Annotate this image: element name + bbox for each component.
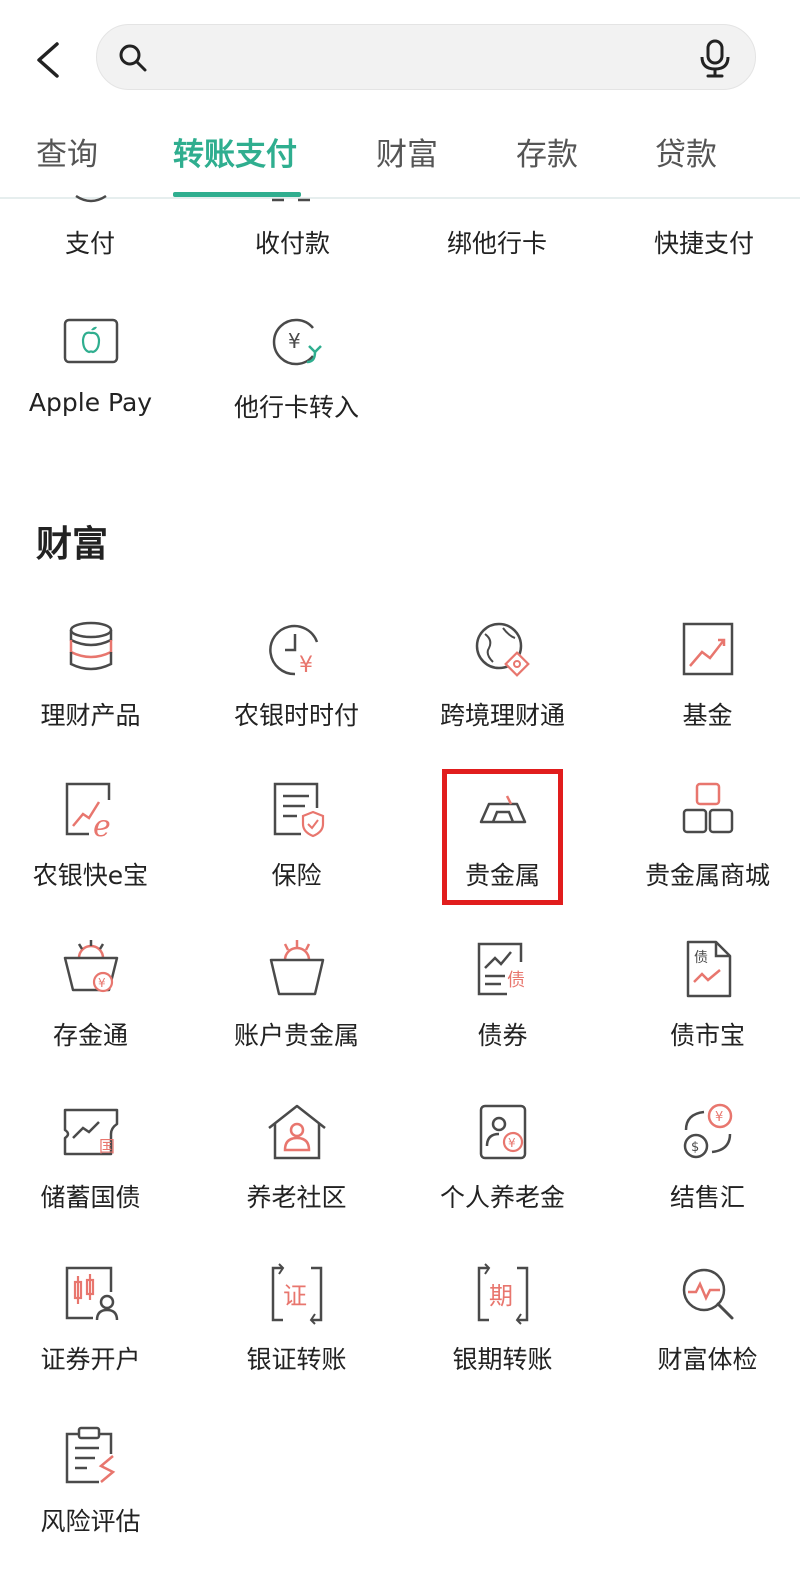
grid-item-abc-quick-e-bao[interactable]: e 农银快e宝 xyxy=(0,778,193,892)
grid-item-label: 跨境理财通 xyxy=(439,701,565,730)
bank-futures-icon: 期 xyxy=(477,1263,528,1325)
svg-text:债: 债 xyxy=(694,950,708,966)
grid-item-apple-pay[interactable]: Apple Pay xyxy=(0,310,193,417)
treasury-bond-icon: 国 xyxy=(63,1108,118,1156)
tab-query[interactable]: 查询 xyxy=(36,129,98,174)
grid-item-gold-deposit[interactable]: ¥ 存金通 xyxy=(0,938,193,1052)
grid-item-label: 农银快e宝 xyxy=(32,861,149,890)
grid-item-label: 养老社区 xyxy=(246,1183,347,1212)
grid-item-receive-pay[interactable]: 收付款 xyxy=(255,224,330,260)
grid-item-label: 保险 xyxy=(271,861,322,890)
grid-item-abc-instant-pay[interactable]: ¥ 农银时时付 xyxy=(194,618,399,732)
grid-item-fund[interactable]: 基金 xyxy=(605,618,800,732)
grid-item-bond-market-bao[interactable]: 债 债市宝 xyxy=(605,938,800,1052)
grid-item-insurance[interactable]: 保险 xyxy=(194,778,399,892)
grid-item-bind-card[interactable]: 绑他行卡 xyxy=(447,224,547,260)
svg-text:¥: ¥ xyxy=(288,329,301,353)
clock-yuan-icon: ¥ xyxy=(268,624,318,678)
grid-item-label: 贵金属商城 xyxy=(644,861,770,890)
insurance-doc-icon xyxy=(273,782,324,838)
grid-item-account-precious-metals[interactable]: 账户贵金属 xyxy=(194,938,399,1052)
grid-item-label: 存金通 xyxy=(52,1021,128,1050)
grid-item-personal-pension[interactable]: ¥ 个人养老金 xyxy=(400,1100,605,1214)
grid-item-label: 理财产品 xyxy=(40,701,141,730)
grid-item-fx-settlement[interactable]: ¥ $ 结售汇 xyxy=(605,1100,800,1214)
tab-deposit[interactable]: 存款 xyxy=(516,129,578,174)
grid-item-label: Apple Pay xyxy=(28,388,153,417)
coin-stack-icon xyxy=(69,621,112,671)
pension-icon: ¥ xyxy=(479,1104,526,1160)
grid-item-label: 农银时时付 xyxy=(233,701,359,730)
svg-text:证: 证 xyxy=(283,1282,307,1310)
search-bar[interactable] xyxy=(96,24,756,90)
grid-item-label: 个人养老金 xyxy=(439,1183,565,1212)
bond-chart-icon: 债 xyxy=(477,942,525,996)
svg-text:¥: ¥ xyxy=(98,976,106,990)
tab-transfer-payment[interactable]: 转账支付 xyxy=(173,129,297,174)
grid-item-label: 证券开户 xyxy=(40,1345,141,1374)
risk-assessment-icon xyxy=(65,1426,115,1484)
svg-text:国: 国 xyxy=(99,1137,115,1156)
grid-item-label: 结售汇 xyxy=(669,1183,745,1212)
microphone-icon[interactable] xyxy=(697,39,733,79)
category-tabs: 查询 转账支付 财富 存款 贷款 xyxy=(0,115,800,199)
svg-text:债: 债 xyxy=(507,970,525,991)
bank-securities-icon: 证 xyxy=(271,1263,322,1325)
gold-blocks-icon xyxy=(682,782,733,834)
top-bar xyxy=(0,0,800,115)
section-title-wealth: 财富 xyxy=(36,524,109,565)
svg-text:¥: ¥ xyxy=(299,653,313,678)
grid-item-label: 债市宝 xyxy=(669,1021,745,1050)
grid-item-pay[interactable]: 支付 xyxy=(65,224,115,260)
grid-item-cross-border-wealth[interactable]: 跨境理财通 xyxy=(400,618,605,732)
grid-item-savings-treasury-bond[interactable]: 国 储蓄国债 xyxy=(0,1100,193,1214)
apple-pay-icon xyxy=(63,318,118,364)
back-arrow-icon xyxy=(37,42,59,78)
svg-text:期: 期 xyxy=(489,1282,513,1310)
senior-house-icon xyxy=(267,1104,326,1160)
grid-item-risk-assessment[interactable]: 风险评估 xyxy=(0,1424,193,1538)
currency-exchange-icon: ¥$ xyxy=(683,1103,732,1159)
grid-item-wealth-products[interactable]: 理财产品 xyxy=(0,618,193,732)
globe-icon xyxy=(475,622,530,677)
highlight-box xyxy=(442,769,563,905)
securities-account-icon xyxy=(65,1266,118,1321)
grid-item-senior-community[interactable]: 养老社区 xyxy=(194,1100,399,1214)
trend-chart-icon xyxy=(682,622,733,676)
yuan-transfer-in-icon: ¥ xyxy=(272,318,322,366)
search-input[interactable] xyxy=(159,37,679,79)
grid-item-bank-futures-transfer[interactable]: 期 银期转账 xyxy=(400,1262,605,1376)
tab-wealth[interactable]: 财富 xyxy=(376,129,438,174)
grid-item-label: 基金 xyxy=(682,701,733,730)
grid-item-precious-metals-mall[interactable]: 贵金属商城 xyxy=(605,778,800,892)
grid-item-other-card-transfer-in[interactable]: ¥ 他行卡转入 xyxy=(194,310,399,424)
search-icon xyxy=(119,44,147,72)
gold-bowl-yuan-icon: ¥ xyxy=(63,940,118,993)
svg-text:e: e xyxy=(93,809,111,842)
grid-item-label: 他行卡转入 xyxy=(233,393,359,422)
grid-item-label: 账户贵金属 xyxy=(233,1021,359,1050)
partial-icon xyxy=(272,198,310,202)
grid-item-label: 银期转账 xyxy=(452,1345,553,1374)
grid-item-wealth-checkup[interactable]: 财富体检 xyxy=(605,1262,800,1376)
grid-item-bonds[interactable]: 债 债券 xyxy=(400,938,605,1052)
wealth-checkup-icon xyxy=(682,1268,733,1320)
grid-item-quick-pay[interactable]: 快捷支付 xyxy=(654,224,754,260)
svg-text:¥: ¥ xyxy=(715,1110,723,1125)
grid-item-securities-account-opening[interactable]: 证券开户 xyxy=(0,1262,193,1376)
grid-item-label: 风险评估 xyxy=(40,1507,141,1536)
partial-icon xyxy=(75,194,107,203)
grid-item-label: 储蓄国债 xyxy=(40,1183,141,1212)
grid-item-label: 财富体检 xyxy=(657,1345,758,1374)
svg-text:$: $ xyxy=(691,1140,699,1155)
back-button[interactable] xyxy=(22,32,72,88)
grid-item-label: 银证转账 xyxy=(246,1345,347,1374)
e-chart-icon: e xyxy=(65,782,111,842)
bond-doc-icon: 债 xyxy=(686,940,731,998)
tab-loan[interactable]: 贷款 xyxy=(655,129,717,174)
svg-text:¥: ¥ xyxy=(508,1136,516,1150)
grid-item-bank-securities-transfer[interactable]: 证 银证转账 xyxy=(194,1262,399,1376)
grid-item-label: 债券 xyxy=(477,1021,528,1050)
gold-bowl-icon xyxy=(269,940,324,996)
